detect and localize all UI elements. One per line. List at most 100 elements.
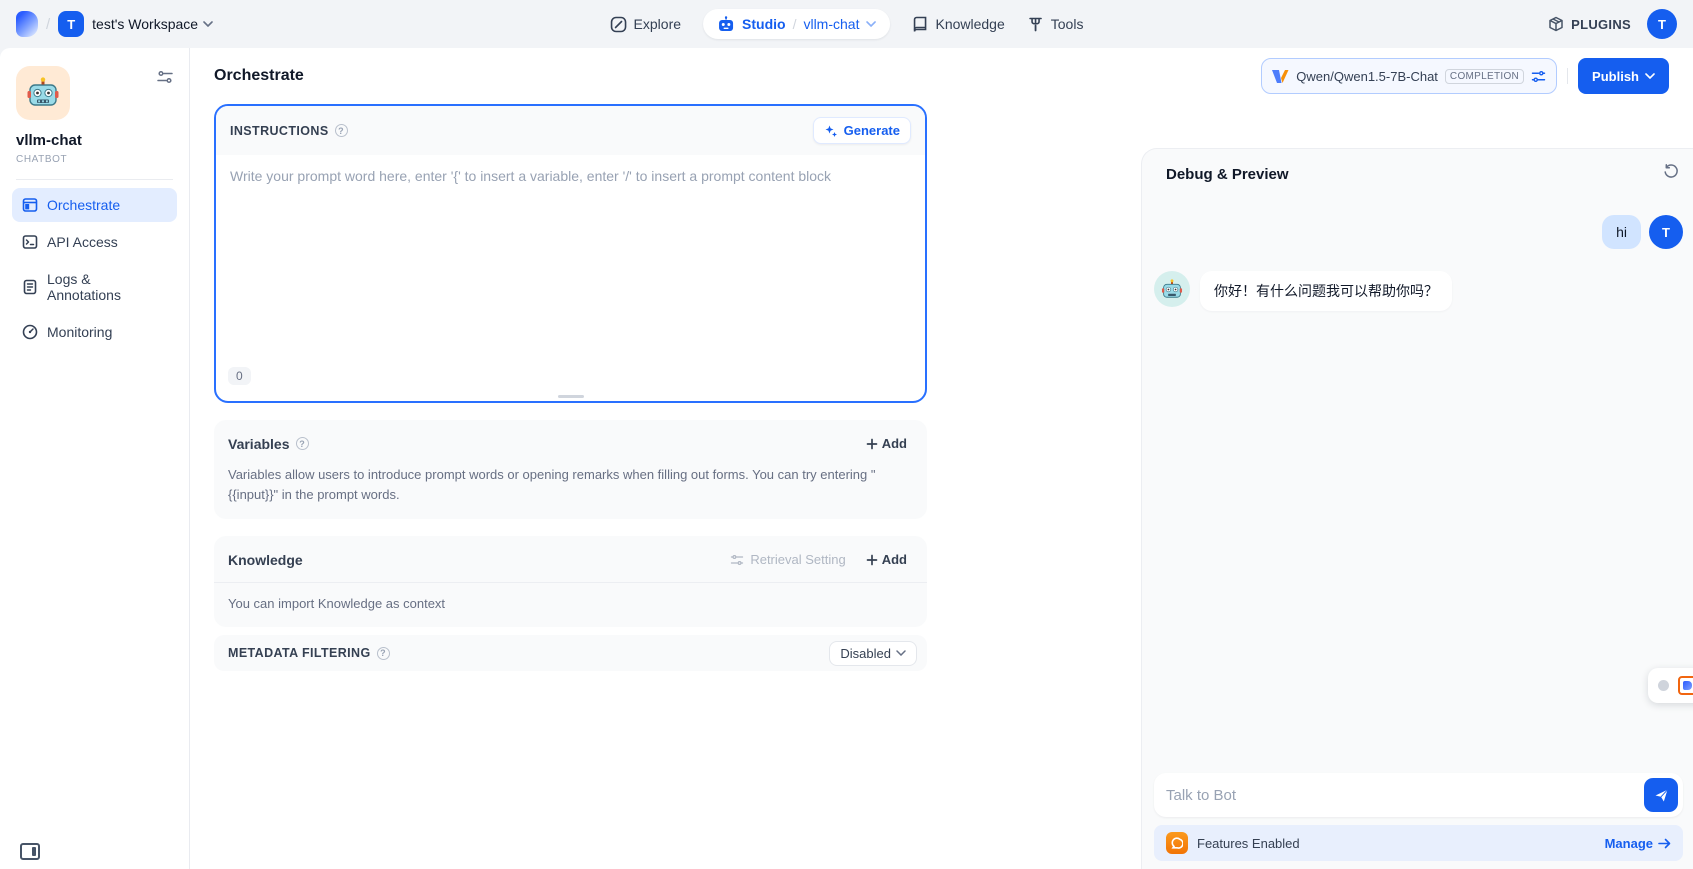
main-nav: Explore Studio / vllm-chat Knowledge Too… <box>610 0 1084 48</box>
sidebar-item-logs-annotations[interactable]: Logs & Annotations <box>12 262 177 312</box>
sidebar-item-monitoring[interactable]: Monitoring <box>12 315 177 349</box>
prompt-editor[interactable]: Write your prompt word here, enter '{' t… <box>216 155 925 365</box>
nav-knowledge-label: Knowledge <box>935 16 1004 32</box>
retrieval-setting-button[interactable]: Retrieval Setting <box>730 552 845 567</box>
bot-message-bubble: 你好！有什么问题我可以帮助你吗？ <box>1200 271 1452 311</box>
publish-button[interactable]: Publish <box>1578 58 1669 94</box>
chevron-down-icon <box>1645 73 1655 79</box>
app-name: vllm-chat <box>16 132 173 149</box>
arrow-right-icon <box>1658 838 1671 849</box>
studio-app-name: vllm-chat <box>803 16 859 32</box>
help-icon: ? <box>296 437 309 450</box>
add-variable-button[interactable]: Add <box>860 432 913 455</box>
restart-conversation-icon[interactable] <box>1663 164 1679 185</box>
sidebar-item-api-access[interactable]: API Access <box>12 225 177 259</box>
chat-area: hi T 你好！有什么问题我可以帮助你吗？ <box>1154 201 1683 769</box>
plugins-button[interactable]: PLUGINS <box>1548 16 1631 33</box>
workspace-name: test's Workspace <box>92 16 198 32</box>
nav-studio-label: Studio <box>742 16 786 32</box>
logs-icon <box>22 279 38 295</box>
extension-pill[interactable] <box>1648 668 1693 703</box>
sidebar-divider <box>16 179 173 180</box>
package-icon <box>1548 16 1564 33</box>
features-enabled-label: Features Enabled <box>1197 836 1300 851</box>
sparkle-icon <box>824 124 838 138</box>
plus-icon <box>866 554 878 566</box>
add-knowledge-button[interactable]: Add <box>860 548 913 571</box>
book-icon <box>912 16 928 33</box>
chevron-down-icon <box>896 650 906 656</box>
debug-preview-panel: Debug & Preview hi T 你好！有什么问题我可以帮助你吗？ <box>1141 148 1693 869</box>
explore-icon <box>610 16 627 33</box>
chat-message-user: hi T <box>1154 215 1683 249</box>
terminal-icon <box>22 234 38 250</box>
nav-knowledge[interactable]: Knowledge <box>912 16 1004 33</box>
robot-emoji-icon <box>26 77 60 109</box>
hammer-icon <box>1027 16 1044 33</box>
sliders-icon <box>730 554 744 566</box>
metadata-title: METADATA FILTERING <box>228 646 371 660</box>
model-selector[interactable]: Qwen/Qwen1.5-7B-Chat COMPLETION <box>1261 58 1557 94</box>
model-mode-badge: COMPLETION <box>1445 69 1524 84</box>
user-chat-avatar: T <box>1649 215 1683 249</box>
send-button[interactable] <box>1644 778 1678 812</box>
features-icon <box>1166 832 1188 854</box>
sidebar-item-label: Logs & Annotations <box>47 271 167 303</box>
knowledge-description: You can import Knowledge as context <box>214 583 927 627</box>
nav-studio[interactable]: Studio / vllm-chat <box>703 9 890 39</box>
workspace-avatar[interactable]: T <box>58 11 84 37</box>
instructions-panel: INSTRUCTIONS ? Generate Write your promp… <box>214 104 927 403</box>
add-knowledge-label: Add <box>882 552 907 567</box>
help-icon: ? <box>335 124 348 137</box>
nav-tools[interactable]: Tools <box>1027 16 1084 33</box>
prompt-placeholder: Write your prompt word here, enter '{' t… <box>230 168 831 184</box>
sidebar-item-orchestrate[interactable]: Orchestrate <box>12 188 177 222</box>
sidebar-item-label: Monitoring <box>47 324 112 340</box>
variables-panel: Variables ? Add Variables allow users to… <box>214 420 927 519</box>
publish-label: Publish <box>1592 69 1639 84</box>
instructions-title: INSTRUCTIONS <box>230 124 329 138</box>
variables-title: Variables <box>228 436 290 452</box>
chevron-down-icon <box>866 21 876 27</box>
workspace-switcher[interactable]: test's Workspace <box>92 16 213 32</box>
header-divider <box>1567 68 1568 84</box>
robot-icon <box>717 16 735 32</box>
main-area: Orchestrate Qwen/Qwen1.5-7B-Chat COMPLET… <box>190 48 1693 869</box>
help-icon: ? <box>377 647 390 660</box>
user-avatar[interactable]: T <box>1647 9 1677 39</box>
orchestrate-icon <box>22 197 38 213</box>
metadata-value: Disabled <box>840 646 891 661</box>
debug-preview-title: Debug & Preview <box>1166 166 1289 183</box>
chat-message-assistant: 你好！有什么问题我可以帮助你吗？ <box>1154 271 1683 311</box>
nav-explore[interactable]: Explore <box>610 16 681 33</box>
app-settings-icon[interactable] <box>157 70 173 89</box>
plus-icon <box>866 438 878 450</box>
app-icon[interactable] <box>16 66 70 120</box>
chat-input[interactable] <box>1154 773 1683 817</box>
bot-chat-avatar <box>1154 271 1190 307</box>
manage-label: Manage <box>1605 836 1653 851</box>
user-message-bubble: hi <box>1602 215 1641 249</box>
nav-explore-label: Explore <box>634 16 681 32</box>
retrieval-setting-label: Retrieval Setting <box>750 552 845 567</box>
page-title: Orchestrate <box>214 67 304 85</box>
metadata-filtering-row: METADATA FILTERING ? Disabled <box>214 635 927 671</box>
char-count-badge: 0 <box>228 367 251 385</box>
knowledge-panel: Knowledge Retrieval Setting Add You can … <box>214 536 927 627</box>
plugins-label: PLUGINS <box>1571 17 1631 32</box>
chat-input-container <box>1154 773 1683 817</box>
knowledge-title: Knowledge <box>228 552 303 568</box>
extension-dot-icon <box>1658 680 1669 691</box>
app-sidebar: vllm-chat CHATBOT Orchestrate API Access… <box>0 48 190 869</box>
collapse-sidebar-icon[interactable] <box>20 843 40 860</box>
gauge-icon <box>22 324 38 340</box>
metadata-filtering-toggle[interactable]: Disabled <box>829 641 917 666</box>
resize-handle[interactable] <box>558 395 584 398</box>
generate-button[interactable]: Generate <box>813 117 911 144</box>
model-params-icon <box>1531 70 1546 83</box>
model-name: Qwen/Qwen1.5-7B-Chat <box>1296 69 1438 84</box>
studio-slash: / <box>793 16 797 32</box>
manage-features-link[interactable]: Manage <box>1605 836 1671 851</box>
top-bar: / T test's Workspace Explore Studio / vl… <box>0 0 1693 48</box>
app-type-label: CHATBOT <box>16 154 173 165</box>
